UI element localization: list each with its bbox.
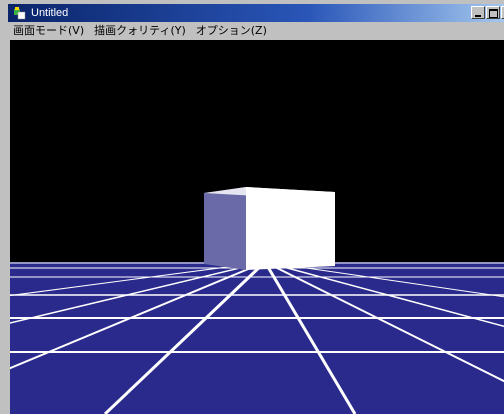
menu-bar: 画面モード(V) 描画クォリティ(Y) オプション(Z): [8, 22, 504, 40]
cube-front-face: [246, 187, 335, 270]
menu-options[interactable]: オプション(Z): [191, 22, 272, 40]
render-viewport[interactable]: [10, 40, 504, 414]
window-title: Untitled: [31, 7, 69, 19]
minimize-icon: [475, 15, 481, 17]
title-bar[interactable]: Untitled ×: [8, 4, 504, 22]
menu-screen-mode[interactable]: 画面モード(V): [8, 22, 89, 40]
app-icon[interactable]: [13, 6, 27, 20]
cube-side-face: [204, 187, 246, 270]
caption-buttons: ×: [471, 6, 504, 19]
app-window: Untitled × 画面モード(V) 描画クォリティ(Y) オプション(Z): [0, 0, 504, 414]
maximize-icon: [489, 9, 498, 18]
scene-canvas: [10, 40, 504, 414]
minimize-button[interactable]: [471, 6, 485, 19]
cube: [204, 187, 335, 270]
menu-render-quality[interactable]: 描画クォリティ(Y): [89, 22, 191, 40]
maximize-button[interactable]: [486, 6, 500, 19]
